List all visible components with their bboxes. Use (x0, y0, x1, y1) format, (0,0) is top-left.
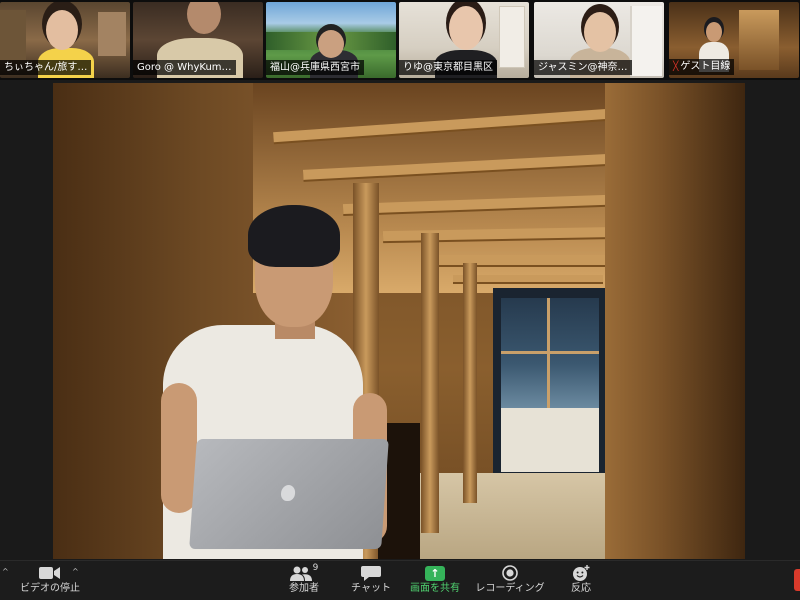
participant-name: 福山@兵庫県西宮市 (270, 62, 360, 73)
participant-name: りゆ@東京都目黒区 (403, 62, 493, 73)
presenter-arm (161, 383, 197, 513)
participant-name-tag: Goro @ WhyKum… (133, 60, 236, 75)
share-screen-button[interactable]: ↑ 画面を共有 (400, 564, 470, 600)
participant-tile[interactable]: Goro @ WhyKum… (133, 2, 263, 78)
share-screen-icon: ↑ (425, 564, 445, 582)
zoom-meeting-window: ちぃちゃん/旅す… Goro @ WhyKum… 福山@兵庫県西宮市 りゆ@東京… (0, 0, 800, 600)
wooden-post (421, 233, 439, 533)
chat-label: チャット (351, 583, 391, 594)
participant-tile[interactable]: りゆ@東京都目黒区 (399, 2, 529, 78)
participant-name: ジャスミン@神奈… (538, 62, 628, 73)
participant-tile[interactable]: ちぃちゃん/旅す… (0, 2, 130, 78)
ceiling-beam (423, 255, 613, 265)
meeting-controls-toolbar: ^ ビデオの停止 ^ 9 参加者 チャット ↑ 画面を共有 レコーディング 反応 (0, 560, 800, 600)
window-frame (501, 351, 599, 354)
participant-head (46, 10, 78, 50)
participant-name-tag: ╳ ゲスト目線 (669, 59, 735, 75)
reaction-emoji-icon (572, 564, 590, 582)
record-icon (502, 564, 518, 582)
apple-logo-icon (280, 485, 296, 501)
door-decor (499, 6, 525, 68)
stop-video-label: ビデオの停止 (20, 583, 80, 594)
participant-head (449, 6, 483, 50)
participant-head (318, 30, 344, 58)
participant-name-tag: 福山@兵庫県西宮市 (266, 60, 364, 75)
participants-button[interactable]: 9 参加者 (282, 563, 326, 600)
participant-name: ちぃちゃん/旅す… (4, 62, 88, 73)
participant-head (584, 12, 616, 52)
participant-tile[interactable]: ╳ ゲスト目線 (669, 2, 799, 78)
wooden-post (463, 263, 477, 503)
audio-options-caret-icon[interactable]: ^ (2, 567, 9, 576)
participant-head (706, 22, 722, 42)
participant-tile[interactable]: 福山@兵庫県西宮市 (266, 2, 396, 78)
reactions-label: 反応 (571, 583, 591, 594)
participant-name: ゲスト目線 (680, 61, 731, 72)
participant-gallery-strip: ちぃちゃん/旅す… Goro @ WhyKum… 福山@兵庫県西宮市 りゆ@東京… (0, 0, 800, 80)
stop-video-button[interactable]: ビデオの停止 (20, 564, 80, 600)
record-label: レコーディング (475, 583, 545, 594)
participants-label: 参加者 (289, 583, 319, 594)
laptop (189, 439, 389, 549)
share-arrow-icon: ↑ (425, 565, 445, 581)
video-camera-icon (39, 564, 61, 582)
active-speaker-video[interactable] (53, 83, 745, 559)
wall-decor (630, 6, 662, 76)
participants-icon: 9 (289, 563, 319, 582)
mic-muted-icon: ╳ (673, 62, 679, 72)
participant-name-tag: ジャスミン@神奈… (534, 60, 632, 75)
participant-tile[interactable]: ジャスミン@神奈… (534, 2, 664, 78)
chat-icon (361, 564, 381, 582)
end-wall (501, 408, 599, 472)
corridor-decor (739, 10, 779, 70)
chat-button[interactable]: チャット (346, 564, 396, 600)
end-meeting-button[interactable] (794, 569, 800, 591)
share-screen-label: 画面を共有 (410, 583, 460, 594)
participant-name-tag: ちぃちゃん/旅す… (0, 60, 92, 75)
reactions-button[interactable]: 反応 (561, 564, 601, 600)
record-button[interactable]: レコーディング (472, 564, 548, 600)
video-options-caret-icon[interactable]: ^ (72, 567, 79, 576)
presenter-hair (248, 205, 340, 267)
shelf-decor (98, 12, 126, 56)
wooden-wall-right (605, 83, 745, 559)
participant-name: Goro @ WhyKum… (137, 62, 232, 73)
participant-name-tag: りゆ@東京都目黒区 (399, 60, 497, 75)
participant-count: 9 (312, 563, 319, 573)
shelf-decor (0, 10, 26, 60)
